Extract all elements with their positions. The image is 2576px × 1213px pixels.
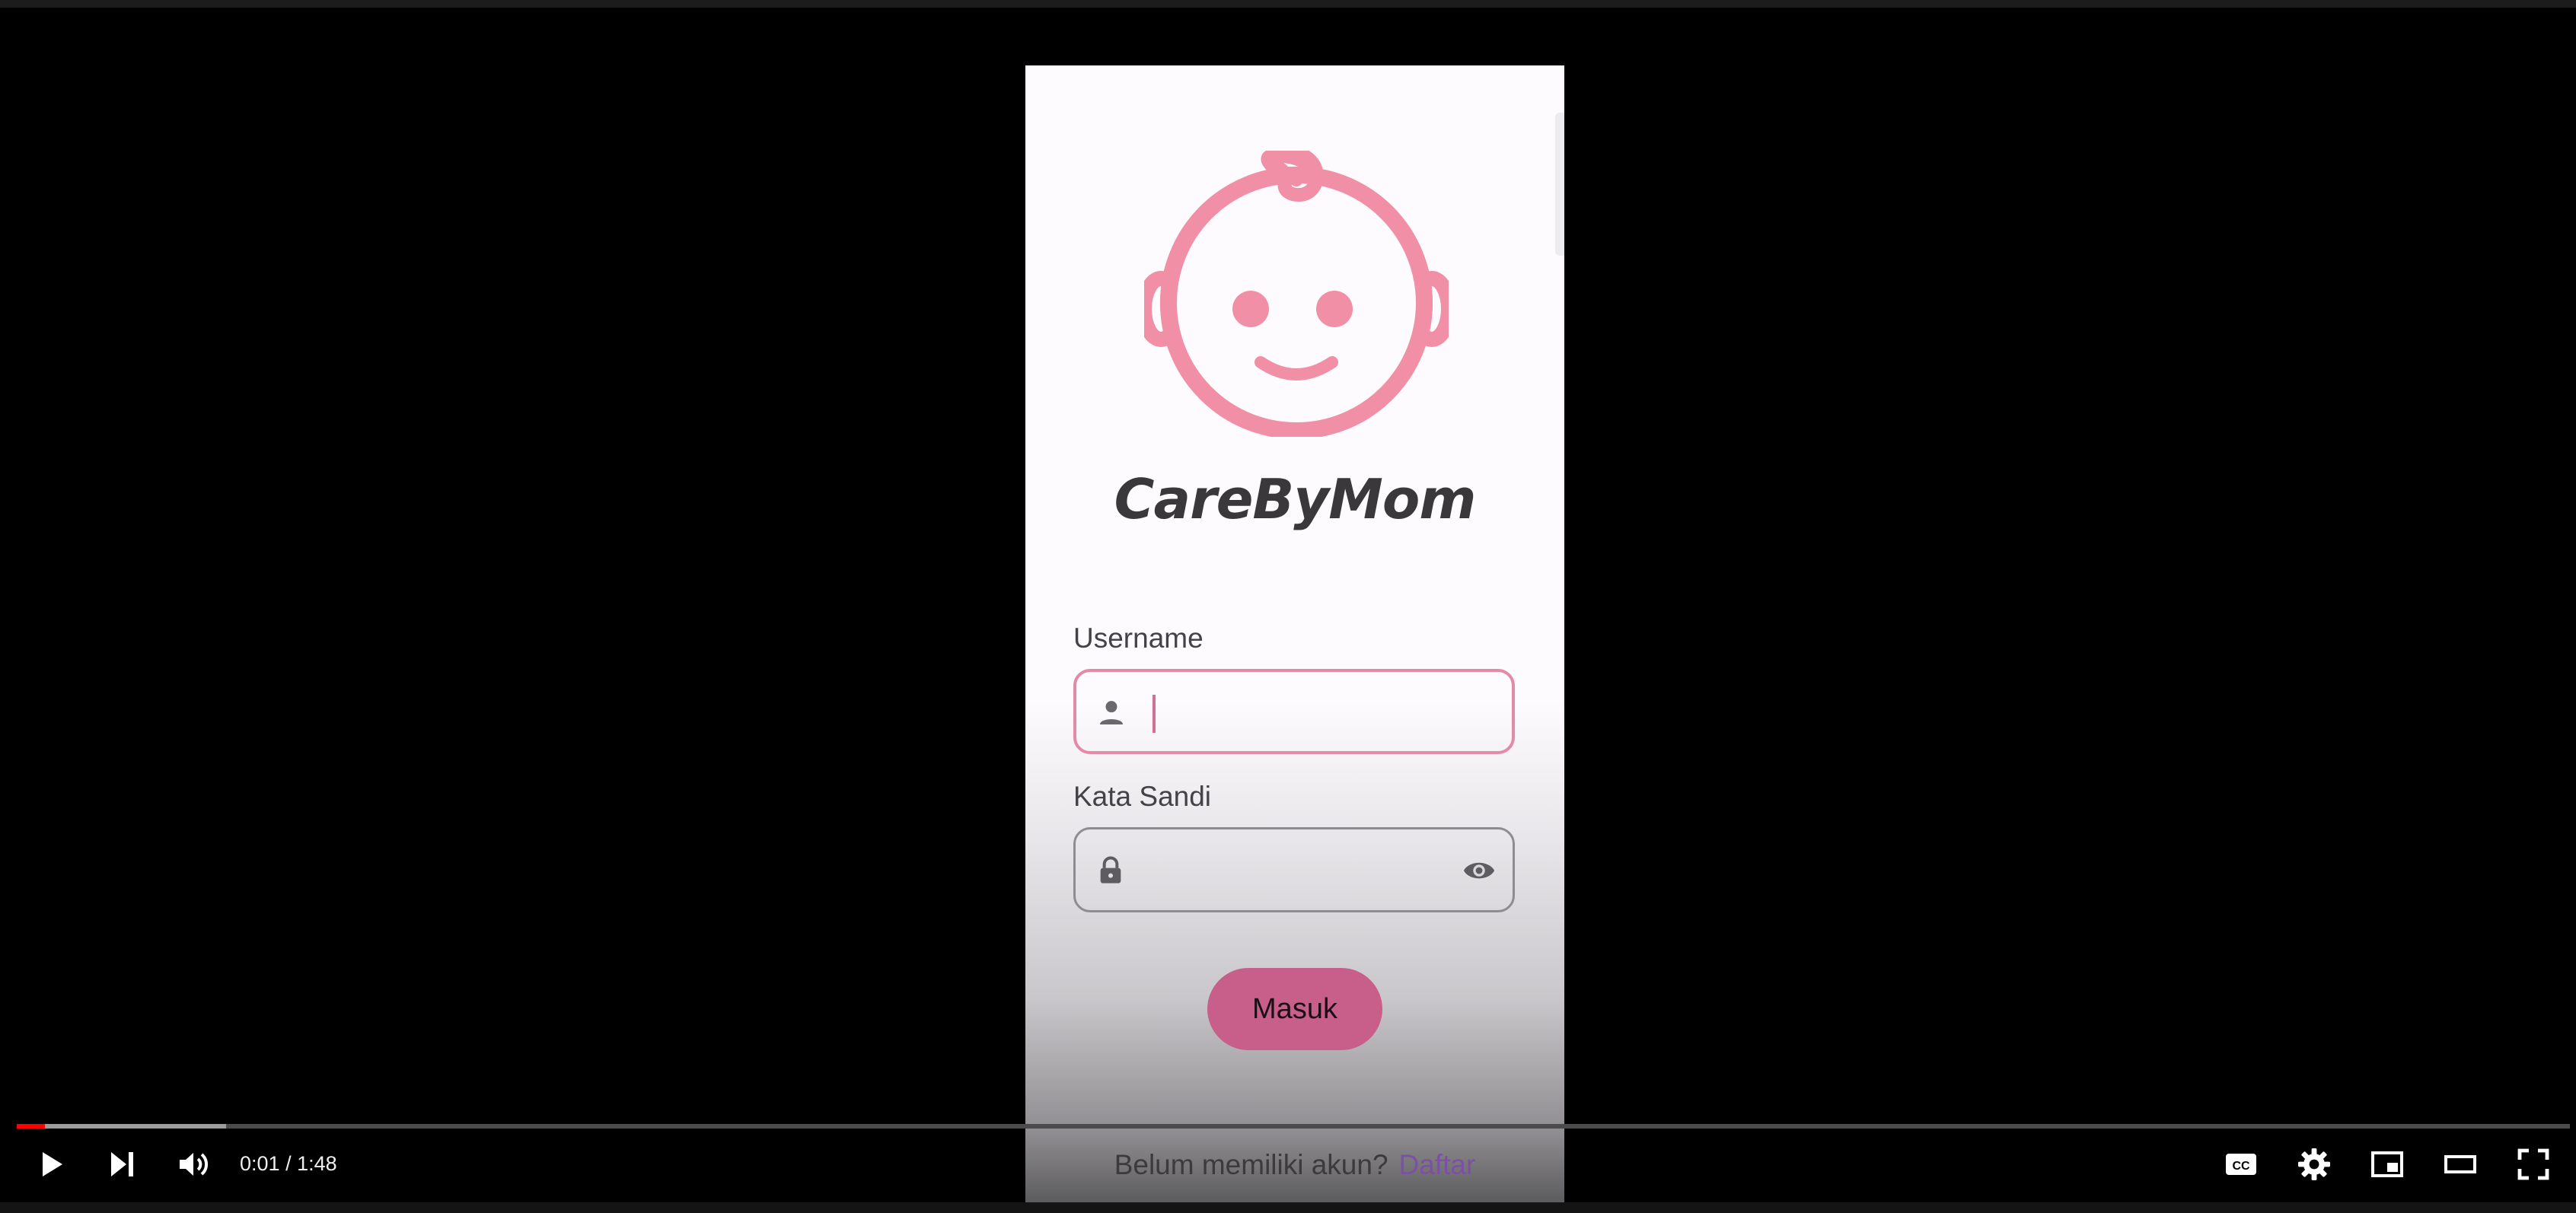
settings-icon[interactable]	[2296, 1146, 2332, 1183]
register-prompt: Belum memiliki akun?	[1114, 1149, 1388, 1180]
login-button[interactable]: Masuk	[1207, 968, 1382, 1050]
baby-face-logo	[1137, 145, 1456, 439]
time-separator: /	[279, 1152, 298, 1175]
eye-icon[interactable]	[1461, 854, 1497, 887]
progress-buffered	[17, 1124, 227, 1129]
lock-icon	[1100, 856, 1121, 883]
time-display: 0:01 / 1:48	[240, 1152, 337, 1176]
miniplayer-icon[interactable]	[2369, 1146, 2405, 1183]
top-strip	[0, 0, 2576, 8]
video-progress-bar[interactable]	[17, 1124, 2570, 1129]
volume-icon[interactable]	[175, 1146, 212, 1183]
scroll-indicator	[1555, 113, 1564, 256]
password-input[interactable]	[1073, 827, 1515, 912]
username-label: Username	[1073, 622, 1204, 654]
text-caret	[1153, 695, 1156, 733]
captions-icon[interactable]: CC	[2223, 1146, 2259, 1183]
password-label: Kata Sandi	[1073, 781, 1212, 812]
current-time: 0:01	[240, 1152, 280, 1175]
next-icon[interactable]	[104, 1146, 140, 1183]
progress-played	[17, 1124, 45, 1129]
svg-text:CC: CC	[2232, 1160, 2250, 1173]
app-screen: CareByMom Username Kata Sandi Masuk Belu…	[1025, 65, 1564, 1202]
duration: 1:48	[297, 1152, 337, 1175]
theater-icon[interactable]	[2442, 1146, 2479, 1183]
fullscreen-icon[interactable]	[2515, 1146, 2552, 1183]
register-link[interactable]: Daftar	[1399, 1149, 1476, 1180]
play-icon[interactable]	[32, 1146, 69, 1183]
person-icon	[1100, 701, 1123, 724]
register-row: Belum memiliki akun? Daftar	[1025, 1149, 1564, 1181]
username-input[interactable]	[1073, 669, 1515, 754]
app-title: CareByMom	[1114, 467, 1477, 531]
bottom-strip	[0, 1202, 2576, 1213]
